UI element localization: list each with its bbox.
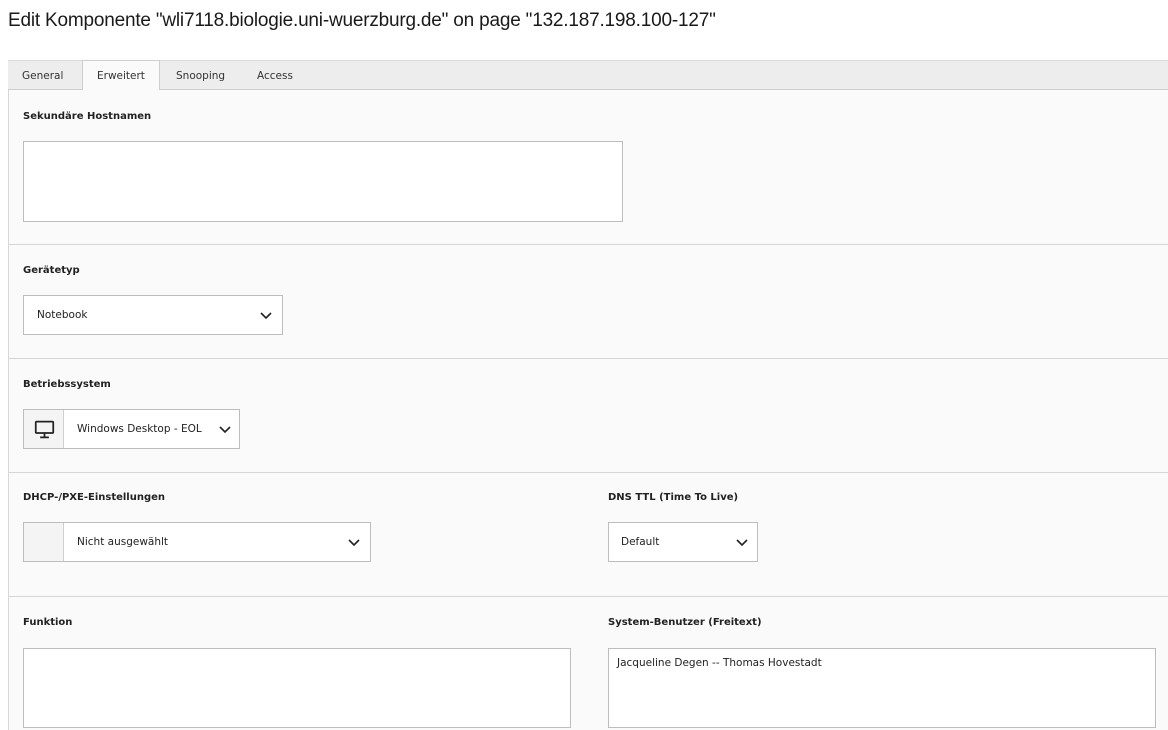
tab-bar: General Erweitert Snooping Access <box>8 60 1168 91</box>
section-os: Betriebssystem Windows Desktop - EOL <box>9 359 1168 473</box>
device-type-select[interactable]: Notebook <box>23 295 283 335</box>
system-users-input[interactable]: Jacqueline Degen -- Thomas Hovestadt <box>608 648 1156 728</box>
tab-access[interactable]: Access <box>243 61 307 91</box>
secondary-hostnames-label: Sekundäre Hostnamen <box>23 111 152 122</box>
page-title: Edit Komponente "wli7118.biologie.uni-wu… <box>8 10 716 31</box>
chevron-down-icon <box>348 539 360 547</box>
function-label: Funktion <box>23 617 73 628</box>
dhcp-icon-addon <box>24 523 64 561</box>
chevron-down-icon <box>260 312 272 320</box>
dhcp-label: DHCP-/PXE-Einstellungen <box>23 492 166 503</box>
device-type-value: Notebook <box>37 309 88 321</box>
dns-ttl-value: Default <box>621 536 660 548</box>
section-function-users: Funktion System-Benutzer (Freitext) Jacq… <box>9 597 1168 730</box>
tab-snooping[interactable]: Snooping <box>162 61 239 91</box>
chevron-down-icon <box>219 426 231 434</box>
chevron-down-icon <box>736 539 748 547</box>
device-type-label: Gerätetyp <box>23 265 80 276</box>
dhcp-select[interactable]: Nicht ausgewählt <box>23 522 371 562</box>
section-secondary-hostnames: Sekundäre Hostnamen <box>9 90 1168 245</box>
dns-ttl-select[interactable]: Default <box>608 522 758 562</box>
secondary-hostnames-input[interactable] <box>23 141 623 222</box>
section-device-type: Gerätetyp Notebook <box>9 245 1168 359</box>
os-value: Windows Desktop - EOL <box>77 423 202 435</box>
section-dhcp-dns: DHCP-/PXE-Einstellungen Nicht ausgewählt… <box>9 473 1168 597</box>
os-label: Betriebssystem <box>23 379 111 390</box>
form-panel: Sekundäre Hostnamen Gerätetyp Notebook B… <box>8 90 1168 730</box>
tab-general[interactable]: General <box>8 61 77 91</box>
tab-erweitert[interactable]: Erweitert <box>82 60 160 91</box>
dns-ttl-label: DNS TTL (Time To Live) <box>608 492 739 503</box>
os-select[interactable]: Windows Desktop - EOL <box>23 409 240 449</box>
dhcp-value: Nicht ausgewählt <box>77 536 169 548</box>
os-icon-addon <box>24 410 64 448</box>
function-input[interactable] <box>23 648 571 728</box>
monitor-icon <box>34 420 55 439</box>
system-users-label: System-Benutzer (Freitext) <box>608 617 762 628</box>
